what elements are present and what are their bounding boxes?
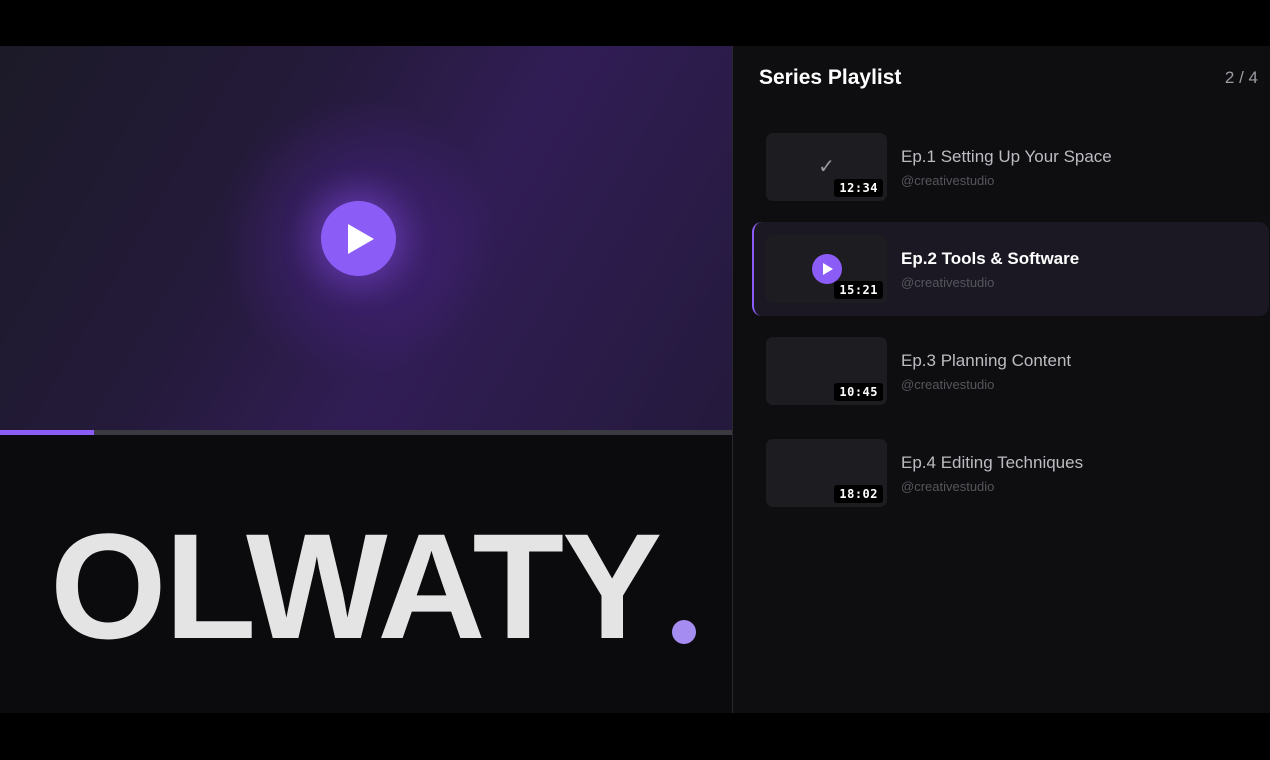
episode-thumbnail: 15:21 bbox=[766, 235, 887, 303]
playlist-header: Series Playlist 2 / 4 bbox=[759, 66, 1258, 90]
playlist-item-ep3[interactable]: 10:45 Ep.3 Planning Content @creativestu… bbox=[752, 324, 1269, 418]
episode-channel: @creativestudio bbox=[901, 172, 995, 188]
duration-badge: 15:21 bbox=[834, 281, 883, 299]
playlist-items: ✓ 12:34 Ep.1 Setting Up Your Space @crea… bbox=[752, 120, 1269, 528]
duration-badge: 12:34 bbox=[834, 179, 883, 197]
episode-thumbnail: 10:45 bbox=[766, 337, 887, 405]
episode-title: Ep.3 Planning Content bbox=[901, 350, 1072, 370]
play-icon bbox=[822, 263, 833, 275]
episode-thumbnail: ✓ 12:34 bbox=[766, 133, 887, 201]
progress-fill bbox=[0, 430, 94, 435]
episode-channel: @creativestudio bbox=[901, 478, 995, 494]
player-panel: OLWATY bbox=[0, 46, 732, 713]
brand-logo: OLWATY bbox=[50, 502, 697, 670]
playlist-item-ep2[interactable]: 15:21 Ep.2 Tools & Software @creativestu… bbox=[752, 222, 1269, 316]
episode-title: Ep.1 Setting Up Your Space bbox=[901, 146, 1112, 166]
episode-title: Ep.2 Tools & Software bbox=[901, 248, 1080, 268]
video-viewport[interactable] bbox=[0, 46, 732, 435]
app-window: OLWATY Series Playlist 2 / 4 ✓ 12:34 Ep.… bbox=[0, 46, 1270, 713]
duration-badge: 10:45 bbox=[834, 383, 883, 401]
play-button[interactable] bbox=[321, 201, 396, 276]
episode-title: Ep.4 Editing Techniques bbox=[901, 452, 1084, 472]
playlist-item-ep4[interactable]: 18:02 Ep.4 Editing Techniques @creatives… bbox=[752, 426, 1269, 520]
progress-bar[interactable] bbox=[0, 430, 732, 435]
playlist-item-ep1[interactable]: ✓ 12:34 Ep.1 Setting Up Your Space @crea… bbox=[752, 120, 1269, 214]
episode-channel: @creativestudio bbox=[901, 376, 995, 392]
logo-dot bbox=[672, 620, 697, 644]
check-icon: ✓ bbox=[818, 156, 835, 178]
episode-channel: @creativestudio bbox=[901, 274, 995, 290]
playlist-panel: Series Playlist 2 / 4 ✓ 12:34 Ep.1 Setti… bbox=[732, 46, 1270, 713]
play-icon bbox=[347, 223, 374, 254]
playlist-count: 2 / 4 bbox=[1224, 68, 1258, 87]
logo-text: OLWATY bbox=[50, 502, 662, 670]
playlist-title: Series Playlist bbox=[759, 66, 902, 89]
duration-badge: 18:02 bbox=[834, 485, 883, 503]
episode-thumbnail: 18:02 bbox=[766, 439, 887, 507]
now-playing-icon bbox=[811, 254, 842, 284]
